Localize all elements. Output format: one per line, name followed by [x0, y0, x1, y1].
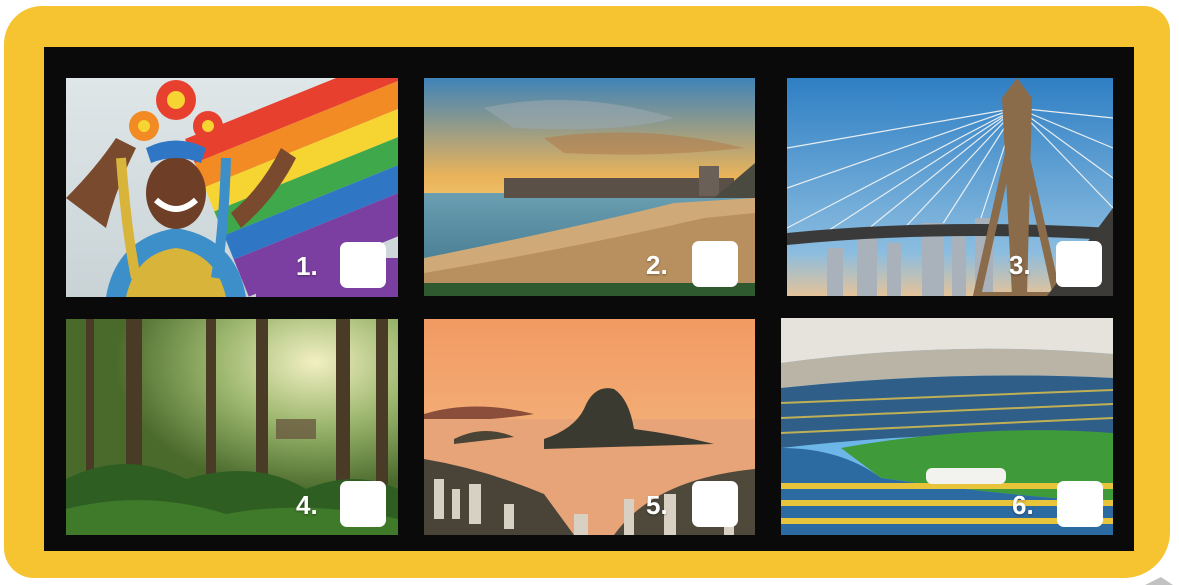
answer-checkbox-6[interactable] [1057, 481, 1103, 527]
answer-checkbox-4[interactable] [340, 481, 386, 527]
photo-tile-2[interactable]: 2. [424, 78, 755, 296]
tile-number: 1. [296, 251, 318, 281]
answer-checkbox-1[interactable] [340, 242, 386, 288]
photo-tile-4[interactable]: 4. [66, 319, 398, 535]
tile-number: 5. [646, 490, 668, 520]
answer-checkbox-2[interactable] [692, 241, 738, 287]
tile-number: 4. [296, 490, 318, 520]
answer-checkbox-5[interactable] [692, 481, 738, 527]
photo-tile-3[interactable]: 3. [787, 78, 1113, 296]
tile-number: 6. [1012, 490, 1034, 520]
tile-number: 3. [1009, 250, 1031, 280]
tile-number: 2. [646, 250, 668, 280]
photo-tile-5[interactable]: 5. [424, 319, 755, 535]
answer-checkbox-3[interactable] [1056, 241, 1102, 287]
page-corner-mark [1145, 577, 1173, 585]
photo-tile-1[interactable]: 1. [66, 78, 398, 297]
photo-tile-6[interactable]: 6. [781, 318, 1113, 535]
